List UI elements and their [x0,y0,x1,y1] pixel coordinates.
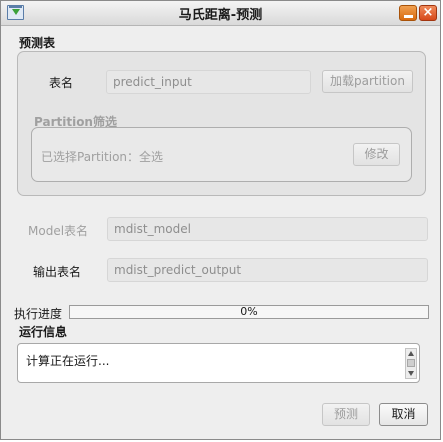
predict-table-section-title: 预测表 [19,36,56,50]
progress-bar: 0% [69,305,429,319]
scroll-down-arrow-icon[interactable] [408,371,414,376]
close-icon: × [422,5,434,20]
close-button[interactable]: × [419,5,437,21]
minimize-button[interactable] [399,5,417,21]
progress-label: 执行进度 [14,307,63,321]
log-text: 计算正在运行... [26,354,110,368]
modify-partition-button[interactable]: 修改 [353,143,400,166]
cancel-button[interactable]: 取消 [379,403,428,426]
minimize-icon [404,15,413,18]
progress-text: 0% [240,305,258,318]
output-table-field[interactable]: mdist_predict_output [107,258,428,282]
model-table-label: Model表名 [28,224,89,238]
predict-table-group: 表名 predict_input 加载partition Partition筛选… [17,51,426,196]
window-title: 马氏距离-预测 [178,8,263,23]
scroll-up-arrow-icon[interactable] [408,351,414,356]
output-table-label: 输出表名 [33,265,82,279]
run-info-section-title: 运行信息 [19,325,68,339]
run-info-log[interactable]: 计算正在运行... [17,343,420,383]
partition-selected-text: 已选择Partition：全选 [41,150,164,164]
load-partition-button[interactable]: 加载partition [322,70,413,93]
model-table-field[interactable]: mdist_model [107,217,428,241]
table-name-label: 表名 [49,76,74,90]
partition-filter-group: 已选择Partition：全选 修改 [31,127,412,182]
log-scrollbar[interactable] [405,348,417,379]
predict-button[interactable]: 预测 [322,403,370,426]
dialog-window: 马氏距离-预测 × 预测表 表名 predict_input 加载partiti… [0,0,441,440]
title-bar[interactable]: 马氏距离-预测 × [1,1,440,26]
scroll-thumb[interactable] [407,359,415,367]
table-name-field[interactable]: predict_input [106,70,311,94]
